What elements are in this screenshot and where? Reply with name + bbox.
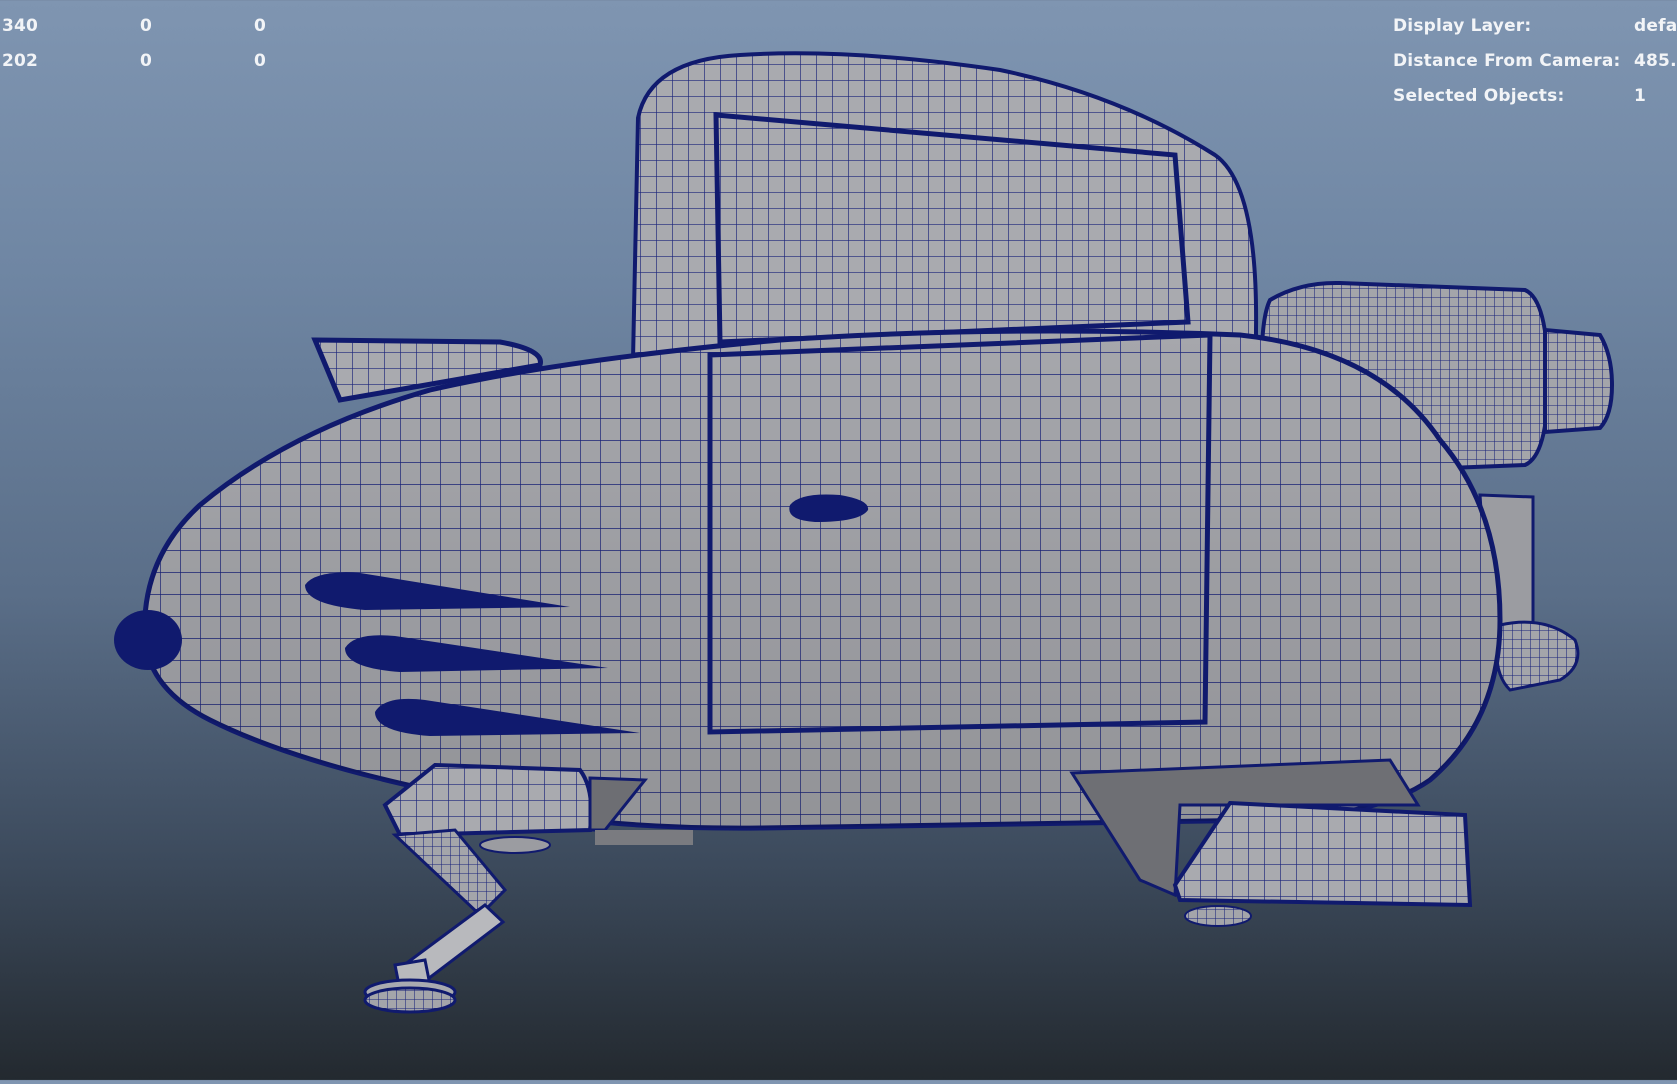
nose-cap — [114, 610, 182, 670]
selected-objects-label: Selected Objects: — [1393, 86, 1565, 106]
hud-value: 340 — [2, 16, 39, 36]
hud-value: 0 — [254, 51, 267, 71]
hud-value: 0 — [140, 51, 153, 71]
hud-value: 202 — [2, 51, 39, 71]
hull-body[interactable] — [114, 328, 1503, 831]
submarine-model[interactable] — [0, 0, 1677, 1080]
landing-leg[interactable] — [363, 828, 551, 1014]
display-layer-value: defau — [1634, 16, 1677, 36]
viewport-panel[interactable] — [0, 0, 1677, 1080]
conning-tower[interactable] — [630, 51, 1259, 362]
hud-value: 0 — [254, 16, 267, 36]
display-layer-label: Display Layer: — [1393, 16, 1532, 36]
selected-objects-value: 1 — [1634, 86, 1647, 106]
hud-value: 0 — [140, 16, 153, 36]
distance-label: Distance From Camera: — [1393, 51, 1621, 71]
distance-value: 485.5 — [1634, 51, 1677, 71]
